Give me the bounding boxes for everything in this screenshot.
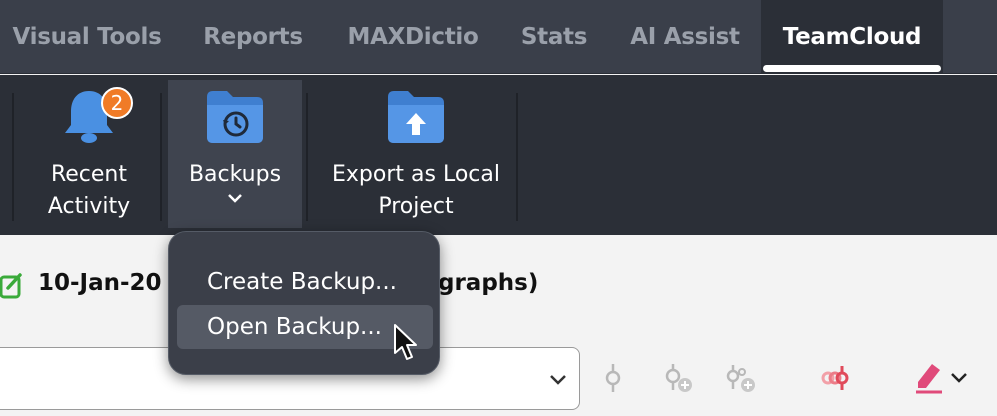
- highlighter-icon[interactable]: [914, 358, 968, 396]
- tab-label: TeamCloud: [782, 24, 922, 50]
- ribbon-separator: [12, 93, 14, 221]
- tab-reports[interactable]: Reports: [188, 0, 318, 74]
- code-pins-highlight-icon[interactable]: [818, 360, 852, 396]
- tab-label: Stats: [520, 24, 588, 50]
- button-label: Backups: [188, 162, 282, 187]
- ribbon-separator: [160, 93, 162, 221]
- tab-label: MAXDictio: [347, 24, 479, 50]
- button-label: Recent: [50, 162, 128, 187]
- recent-activity-button[interactable]: 2 Recent Activity: [20, 75, 158, 227]
- export-local-project-button[interactable]: Export as Local Project: [318, 75, 514, 227]
- document-title-left: 10-Jan-20: [38, 270, 162, 296]
- chevron-down-icon: [227, 189, 243, 209]
- button-label: Export as Local: [332, 162, 500, 187]
- backups-button[interactable]: Backups: [168, 80, 302, 228]
- button-label: Project: [378, 194, 454, 219]
- notification-badge: 2: [101, 87, 133, 119]
- tab-label: AI Assist: [630, 24, 740, 50]
- code-pin-multi-add-icon[interactable]: [724, 360, 758, 396]
- tab-label: Visual Tools: [12, 24, 162, 50]
- menu-item-create-backup[interactable]: Create Backup...: [177, 260, 433, 304]
- active-tab-indicator: [763, 65, 941, 72]
- ribbon-tab-bar: Visual Tools Reports MAXDictio Stats AI …: [0, 0, 997, 74]
- tab-stats[interactable]: Stats: [508, 0, 600, 74]
- tab-teamcloud[interactable]: TeamCloud: [761, 0, 943, 74]
- folder-upload-icon: [386, 87, 446, 145]
- tab-label: Reports: [203, 24, 303, 50]
- bell-icon: 2: [59, 87, 133, 145]
- mouse-cursor-icon: [394, 324, 417, 360]
- code-pin-icon[interactable]: [598, 360, 632, 396]
- tab-ai-assist[interactable]: AI Assist: [614, 0, 756, 74]
- folder-history-icon: [205, 87, 265, 145]
- ribbon-panel: 2 Recent Activity Backups Export as Loca…: [0, 75, 997, 235]
- tab-visual-tools[interactable]: Visual Tools: [0, 0, 174, 74]
- document-title-right: graphs): [438, 270, 539, 296]
- checkbox-edit-icon: [0, 273, 22, 299]
- code-pin-add-icon[interactable]: [662, 360, 696, 396]
- button-label: Activity: [47, 194, 131, 219]
- ribbon-separator: [306, 93, 308, 221]
- chevron-down-icon: [550, 375, 566, 385]
- tab-maxdictio[interactable]: MAXDictio: [332, 0, 494, 74]
- ribbon-separator: [516, 93, 518, 221]
